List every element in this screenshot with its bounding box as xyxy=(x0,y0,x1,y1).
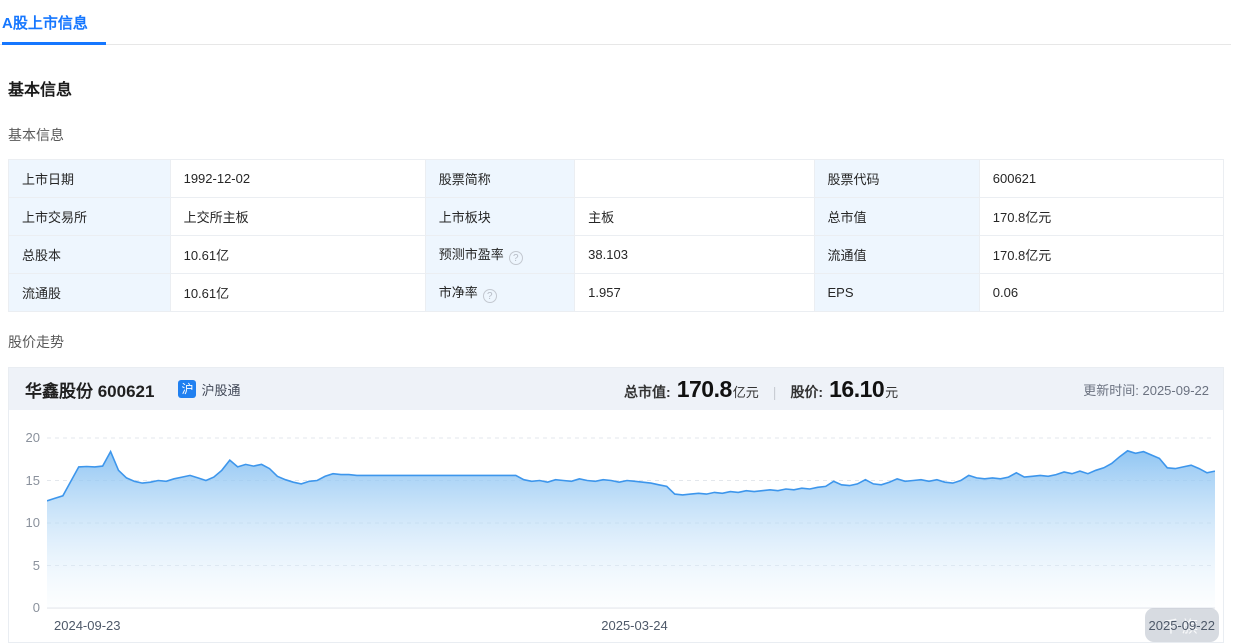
exchange-value: 上交所主板 xyxy=(170,198,425,236)
y-axis-tick: 10 xyxy=(9,515,40,530)
float-shares-value: 10.61亿 xyxy=(170,274,425,312)
stock-code-label: 股票代码 xyxy=(814,160,979,198)
pb-ratio-value: 1.957 xyxy=(575,274,814,312)
x-axis-label: 2025-03-24 xyxy=(601,618,668,633)
y-axis-tick: 0 xyxy=(9,600,40,615)
y-axis-tick: 5 xyxy=(9,558,40,573)
price-metric-value: 16.10 xyxy=(829,376,884,403)
board-value: 主板 xyxy=(575,198,814,236)
market-cap-label: 总市值 xyxy=(814,198,979,236)
update-time-label: 更新时间: xyxy=(1083,383,1139,398)
pb-ratio-label: 市净率? xyxy=(425,274,574,312)
market-cap-metric-value: 170.8 xyxy=(677,376,732,403)
market-cap-metric-label: 总市值: xyxy=(624,382,671,402)
price-trend-chart[interactable] xyxy=(47,431,1215,616)
price-metric-label: 股价: xyxy=(790,382,823,402)
float-shares-label: 流通股 xyxy=(9,274,171,312)
board-label: 上市板块 xyxy=(425,198,574,236)
float-cap-label: 流通值 xyxy=(814,236,979,274)
help-icon[interactable]: ? xyxy=(483,289,497,303)
market-cap-metric-unit: 亿元 xyxy=(733,382,759,401)
float-cap-value: 170.8亿元 xyxy=(979,236,1223,274)
x-axis-label: 2024-09-23 xyxy=(47,618,121,633)
forecast-pe-value: 38.103 xyxy=(575,236,814,274)
table-row: 流通股 10.61亿 市净率? 1.957 EPS 0.06 xyxy=(9,274,1224,312)
stock-short-name-label: 股票简称 xyxy=(425,160,574,198)
update-time: 更新时间: 2025-09-22 xyxy=(1053,380,1209,399)
tab-active-underline xyxy=(2,42,106,45)
x-axis-label: 2025-09-22 xyxy=(1149,618,1216,633)
eps-value: 0.06 xyxy=(979,274,1223,312)
price-metric-unit: 元 xyxy=(885,382,898,401)
metric-divider: | xyxy=(773,384,777,400)
x-axis-labels: 2024-09-23 2025-03-24 2025-09-22 xyxy=(47,618,1215,633)
table-row: 总股本 10.61亿 预测市盈率? 38.103 流通值 170.8亿元 xyxy=(9,236,1224,274)
eps-label: EPS xyxy=(814,274,979,312)
y-axis-tick: 20 xyxy=(9,430,40,445)
listing-date-label: 上市日期 xyxy=(9,160,171,198)
exchange-label: 上市交易所 xyxy=(9,198,171,236)
price-trend-label: 股价走势 xyxy=(8,332,1224,352)
help-icon[interactable]: ? xyxy=(509,251,523,265)
total-shares-value: 10.61亿 xyxy=(170,236,425,274)
shanghai-connect-label: 沪股通 xyxy=(201,380,240,399)
chart-body: 05101520 2024-09-232025-03-242025-09-22 … xyxy=(9,410,1223,642)
chart-header: 华鑫股份 600621 沪 沪股通 总市值: 170.8 亿元 | 股价: 16… xyxy=(9,368,1223,410)
update-time-value: 2025-09-22 xyxy=(1142,383,1209,398)
stock-code-value: 600621 xyxy=(979,160,1223,198)
stock-name: 华鑫股份 600621 xyxy=(25,377,154,402)
market-cap-metric: 总市值: 170.8 亿元 | 股价: 16.10 元 xyxy=(624,376,898,403)
forecast-pe-label: 预测市盈率? xyxy=(425,236,574,274)
basic-info-subheading: 基本信息 xyxy=(8,125,1224,145)
y-axis-tick: 15 xyxy=(9,473,40,488)
y-axis: 0 5 10 15 20 xyxy=(9,410,40,642)
price-trend-panel: 华鑫股份 600621 沪 沪股通 总市值: 170.8 亿元 | 股价: 16… xyxy=(8,367,1224,643)
table-row: 上市交易所 上交所主板 上市板块 主板 总市值 170.8亿元 xyxy=(9,198,1224,236)
stock-short-name-value xyxy=(575,160,814,198)
total-shares-label: 总股本 xyxy=(9,236,171,274)
table-row: 上市日期 1992-12-02 股票简称 股票代码 600621 xyxy=(9,160,1224,198)
basic-info-table: 上市日期 1992-12-02 股票简称 股票代码 600621 上市交易所 上… xyxy=(8,159,1224,312)
basic-info-heading: 基本信息 xyxy=(8,76,1224,100)
listing-date-value: 1992-12-02 xyxy=(170,160,425,198)
shanghai-connect-icon: 沪 xyxy=(178,380,196,398)
market-cap-value: 170.8亿元 xyxy=(979,198,1223,236)
tab-a-share-listing[interactable]: A股上市信息 xyxy=(2,0,88,33)
tab-bar: A股上市信息 xyxy=(0,0,1231,45)
